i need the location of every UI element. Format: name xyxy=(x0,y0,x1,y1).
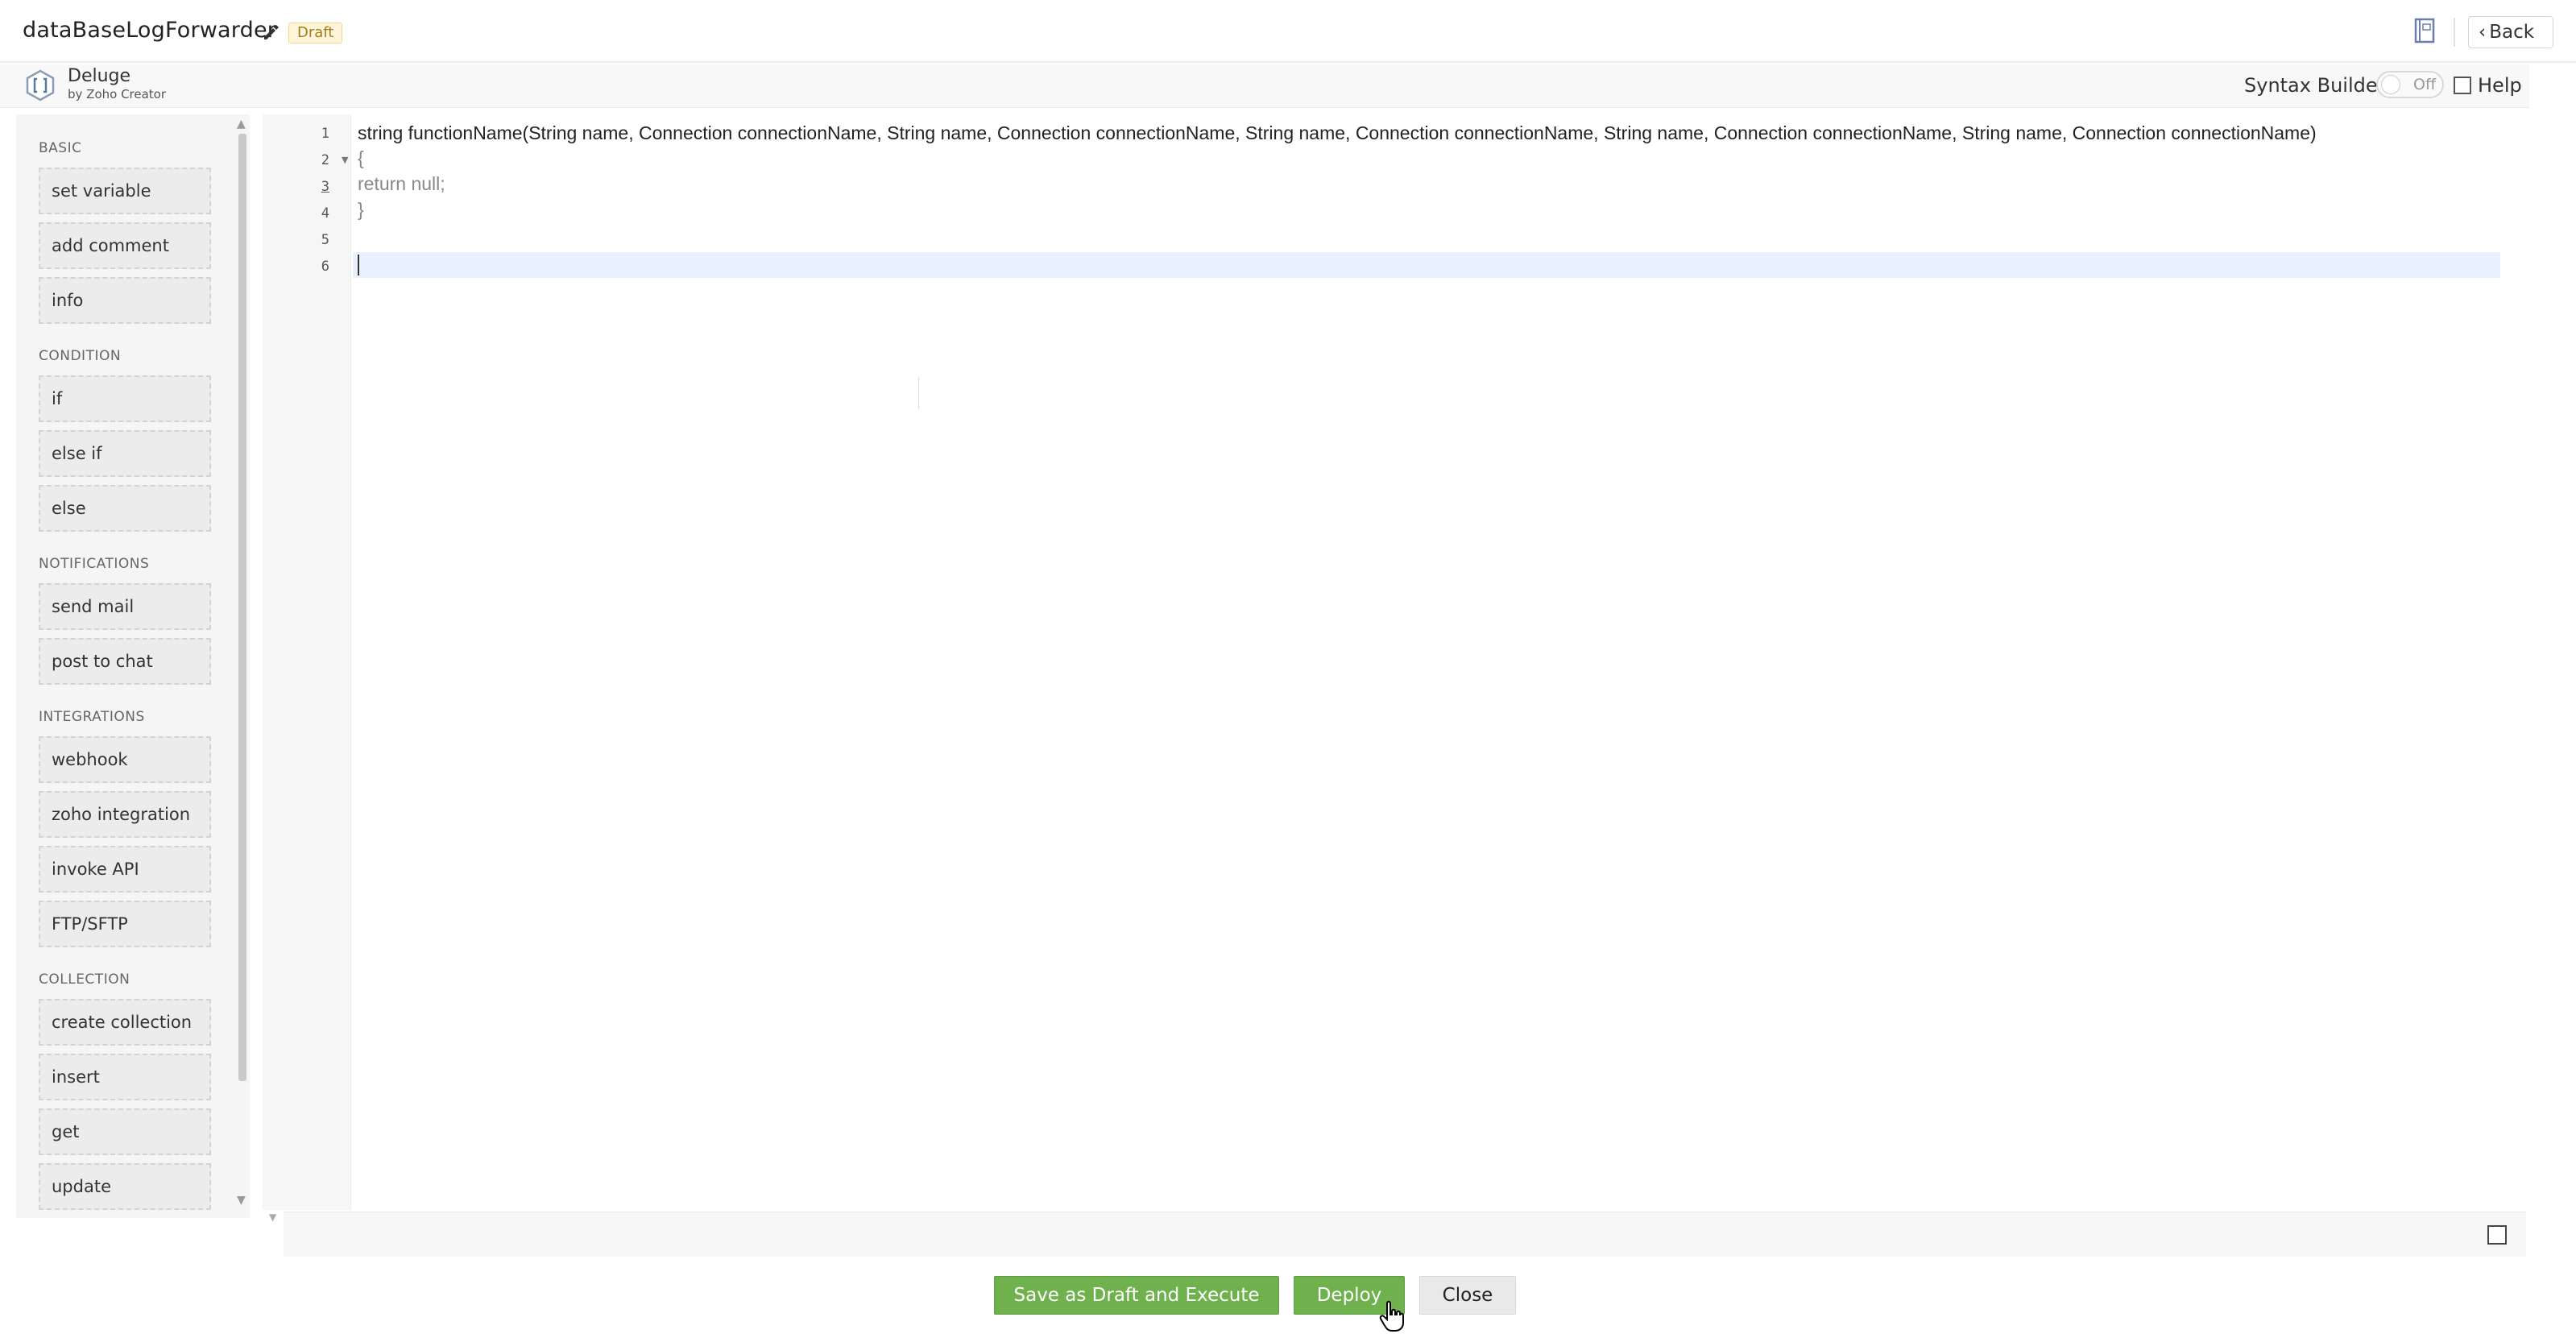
section-label-integrations: INTEGRATIONS xyxy=(39,709,145,725)
text-caret xyxy=(358,255,359,275)
draft-status-badge: Draft xyxy=(288,23,343,43)
section-label-condition: CONDITION xyxy=(39,348,122,364)
editor-scroll-down-icon[interactable]: ▼ xyxy=(269,1212,276,1223)
function-title: dataBaseLogForwarder xyxy=(23,18,277,43)
deluge-logo-icon xyxy=(26,69,55,101)
sidebar-scrollbar[interactable] xyxy=(238,134,246,1081)
active-line-highlight xyxy=(353,252,2500,278)
snippet-insert[interactable]: insert xyxy=(39,1054,211,1100)
syntax-builder-label: Syntax Builder xyxy=(2244,74,2386,97)
line-number: 3 xyxy=(321,179,329,195)
snippet-webhook[interactable]: webhook xyxy=(39,736,211,783)
editor-footer xyxy=(284,1212,2526,1257)
section-label-notifications: NOTIFICATIONS xyxy=(39,556,150,572)
header-divider xyxy=(2454,18,2455,47)
snippet-ftp-sftp[interactable]: FTP/SFTP xyxy=(39,901,211,947)
save-draft-execute-button[interactable]: Save as Draft and Execute xyxy=(994,1276,1279,1315)
snippet-sidebar: BASIC set variable add comment info CONDITIO… xyxy=(16,114,250,1218)
line-number: 6 xyxy=(321,259,329,275)
help-label: Help xyxy=(2478,74,2522,97)
snippet-zoho-integration[interactable]: zoho integration xyxy=(39,791,211,838)
snippet-if[interactable]: if xyxy=(39,375,211,422)
snippet-info[interactable]: info xyxy=(39,277,211,324)
back-button[interactable]: ‹ Back xyxy=(2468,16,2553,48)
print-margin-line xyxy=(918,377,919,409)
snippet-send-mail[interactable]: send mail xyxy=(39,583,211,630)
help-checkbox[interactable] xyxy=(2454,77,2471,94)
snippet-invoke-api[interactable]: invoke API xyxy=(39,846,211,893)
line-number: 1 xyxy=(321,126,329,142)
deluge-subtitle: by Zoho Creator xyxy=(68,87,167,101)
fold-arrow-icon[interactable]: ▼ xyxy=(342,155,348,165)
snippet-set-variable[interactable]: set variable xyxy=(39,168,211,214)
hand-pointer-cursor-icon xyxy=(1379,1300,1404,1332)
snippet-else-if[interactable]: else if xyxy=(39,430,211,477)
section-label-basic: BASIC xyxy=(39,140,82,156)
snippet-list: BASIC set variable add comment info CONDITIO… xyxy=(16,114,243,1218)
snippet-else[interactable]: else xyxy=(39,485,211,532)
code-line[interactable]: } xyxy=(358,199,364,221)
snippet-update[interactable]: update xyxy=(39,1163,211,1210)
back-label: Back xyxy=(2489,22,2535,43)
section-label-collection: COLLECTION xyxy=(39,971,130,988)
documentation-book-icon[interactable] xyxy=(2413,18,2437,45)
toggle-state-label: Off xyxy=(2413,76,2437,93)
close-button[interactable]: Close xyxy=(1419,1276,1516,1315)
line-number: 2 xyxy=(321,152,329,168)
line-number: 4 xyxy=(321,205,329,222)
line-number: 5 xyxy=(321,232,329,248)
chevron-left-icon: ‹ xyxy=(2479,22,2487,43)
snippet-create-collection[interactable]: create collection xyxy=(39,999,211,1046)
snippet-add-comment[interactable]: add comment xyxy=(39,222,211,269)
snippet-post-to-chat[interactable]: post to chat xyxy=(39,638,211,685)
code-line[interactable]: return null; xyxy=(358,173,445,195)
syntax-builder-toggle[interactable]: Off xyxy=(2376,71,2444,98)
deluge-name: Deluge xyxy=(68,66,131,86)
toggle-knob xyxy=(2381,75,2400,94)
code-editor[interactable]: ▲ 1 2 3 4 5 6 ▼ string functionName(Stri… xyxy=(263,114,2526,1223)
sidebar-scroll-down-icon[interactable]: ▼ xyxy=(237,1194,246,1207)
deluge-toolbar: Deluge by Zoho Creator Syntax Builder Of… xyxy=(0,64,2529,108)
sidebar-scroll-up-icon[interactable]: ▲ xyxy=(237,118,246,130)
top-header: dataBaseLogForwarder Draft ‹ Back xyxy=(0,0,2576,63)
fullscreen-icon[interactable] xyxy=(2487,1225,2507,1245)
snippet-get[interactable]: get xyxy=(39,1108,211,1155)
code-line[interactable]: string functionName(String name, Connect… xyxy=(358,122,2317,144)
edit-pencil-icon[interactable] xyxy=(261,23,280,42)
line-number-gutter: 1 2 3 4 5 6 ▼ xyxy=(263,114,351,1210)
code-line[interactable]: { xyxy=(358,147,364,169)
